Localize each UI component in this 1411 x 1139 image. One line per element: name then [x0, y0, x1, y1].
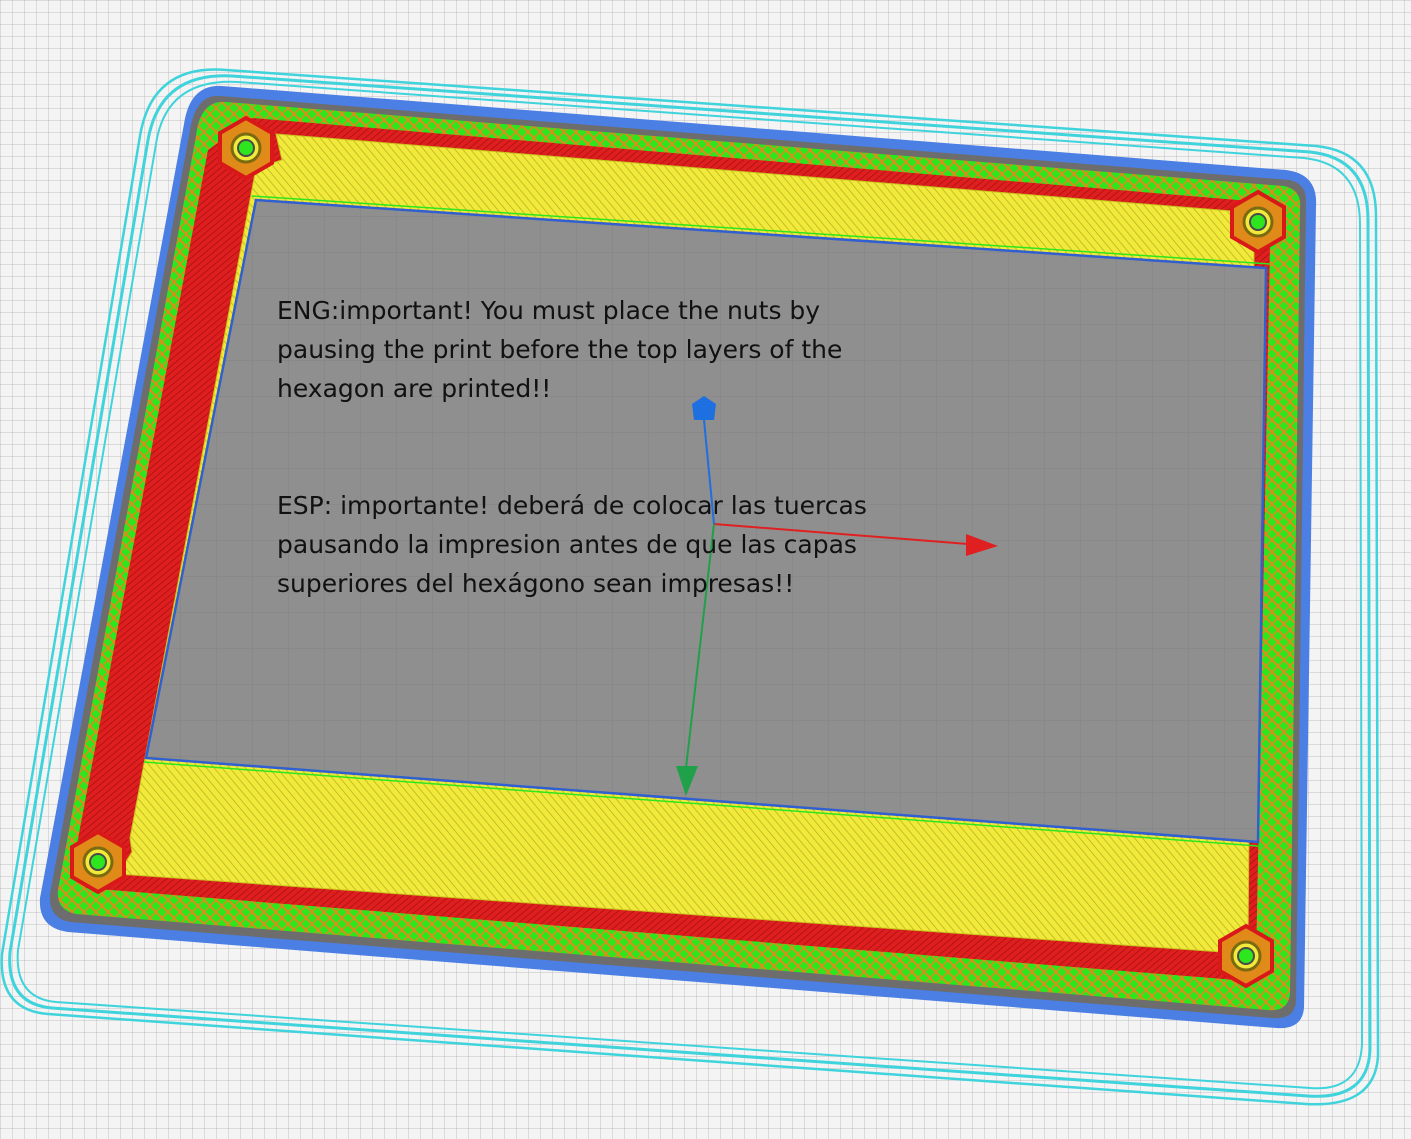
note-spanish: ESP: importante! deberá de colocar las t…: [277, 486, 897, 603]
note-line: pausing the print before the top layers …: [277, 335, 843, 364]
slicer-viewport[interactable]: ENG:important! You must place the nuts b…: [0, 0, 1411, 1135]
hex-nut-icon: [1218, 923, 1274, 989]
note-english: ENG:important! You must place the nuts b…: [277, 291, 877, 408]
hex-nut-icon: [70, 829, 126, 895]
hex-nut-icon: [218, 115, 274, 181]
note-line: hexagon are printed!!: [277, 374, 552, 403]
note-line: ENG:important! You must place the nuts b…: [277, 296, 821, 325]
hex-nut-icon: [1230, 189, 1286, 255]
note-line: pausando la impresion antes de que las c…: [277, 530, 857, 559]
note-line: superiores del hexágono sean impresas!!: [277, 569, 795, 598]
note-line: ESP: importante! deberá de colocar las t…: [277, 491, 867, 520]
